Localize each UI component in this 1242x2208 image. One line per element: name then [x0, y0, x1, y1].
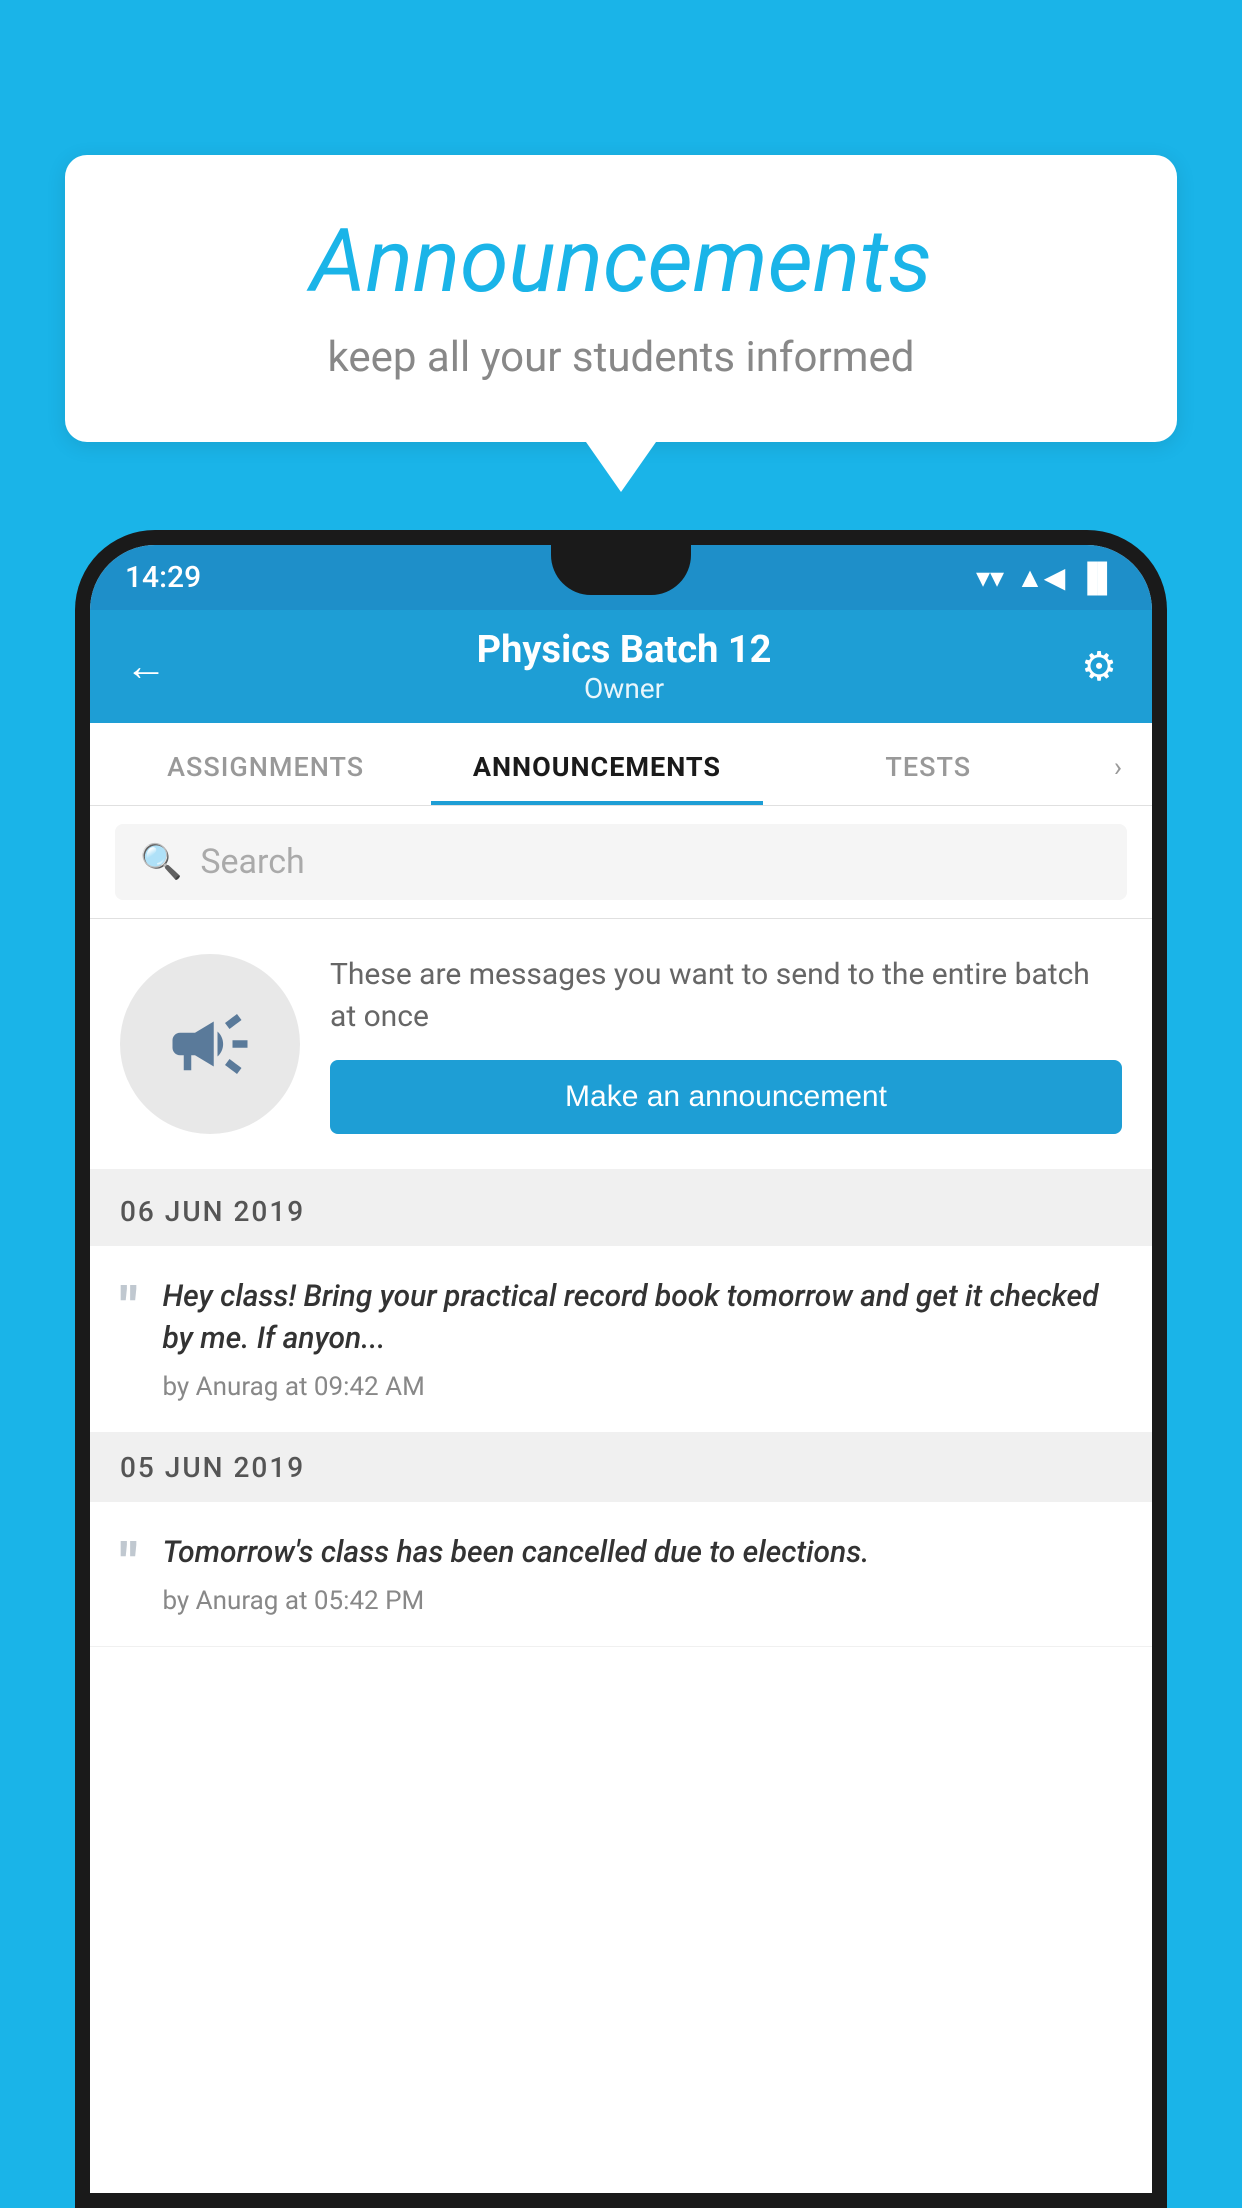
announcement-content-1: Hey class! Bring your practical record b…: [162, 1276, 1122, 1402]
megaphone-icon: [165, 999, 255, 1089]
announcements-title: Announcements: [125, 210, 1117, 313]
quote-icon-1: ": [120, 1281, 137, 1336]
date-label-2: 05 JUN 2019: [120, 1451, 305, 1484]
announcement-item-1[interactable]: " Hey class! Bring your practical record…: [90, 1246, 1152, 1433]
phone-frame: 14:29 ▾▾ ▲◀ ▐▌ ← Physics Batch 12 Owner …: [75, 530, 1167, 2208]
make-announcement-button[interactable]: Make an announcement: [330, 1060, 1122, 1134]
speech-bubble-arrow: [586, 442, 656, 492]
speech-bubble-section: Announcements keep all your students inf…: [65, 155, 1177, 492]
wifi-icon: ▾▾: [976, 561, 1004, 594]
announcements-subtitle: keep all your students informed: [125, 333, 1117, 382]
announcement-content-2: Tomorrow's class has been cancelled due …: [162, 1532, 1122, 1616]
search-icon: 🔍: [140, 842, 182, 882]
search-bar[interactable]: 🔍 Search: [115, 824, 1127, 900]
phone-screen: 14:29 ▾▾ ▲◀ ▐▌ ← Physics Batch 12 Owner …: [90, 545, 1152, 2193]
tab-assignments[interactable]: ASSIGNMENTS: [100, 723, 431, 805]
status-bar: 14:29 ▾▾ ▲◀ ▐▌: [90, 545, 1152, 610]
announcement-meta-2: by Anurag at 05:42 PM: [162, 1586, 1122, 1616]
date-header-2: 05 JUN 2019: [90, 1433, 1152, 1502]
promo-section: These are messages you want to send to t…: [90, 919, 1152, 1177]
quote-icon-2: ": [120, 1537, 137, 1592]
tabs-bar: ASSIGNMENTS ANNOUNCEMENTS TESTS ›: [90, 723, 1152, 806]
header-title-group: Physics Batch 12 Owner: [477, 628, 772, 705]
promo-icon-circle: [120, 954, 300, 1134]
announcement-text-1: Hey class! Bring your practical record b…: [162, 1276, 1122, 1360]
date-header-1: 06 JUN 2019: [90, 1177, 1152, 1246]
notch: [551, 545, 691, 595]
batch-subtitle: Owner: [477, 672, 772, 705]
speech-bubble-card: Announcements keep all your students inf…: [65, 155, 1177, 442]
promo-content: These are messages you want to send to t…: [330, 954, 1122, 1134]
tab-announcements[interactable]: ANNOUNCEMENTS: [431, 723, 762, 805]
status-icons: ▾▾ ▲◀ ▐▌: [976, 561, 1117, 594]
app-header: ← Physics Batch 12 Owner ⚙: [90, 610, 1152, 723]
announcement-meta-1: by Anurag at 09:42 AM: [162, 1372, 1122, 1402]
promo-description: These are messages you want to send to t…: [330, 954, 1122, 1038]
announcement-text-2: Tomorrow's class has been cancelled due …: [162, 1532, 1122, 1574]
date-label-1: 06 JUN 2019: [120, 1195, 305, 1228]
announcement-item-2[interactable]: " Tomorrow's class has been cancelled du…: [90, 1502, 1152, 1647]
batch-title: Physics Batch 12: [477, 628, 772, 672]
search-input[interactable]: Search: [200, 842, 304, 882]
battery-icon: ▐▌: [1077, 561, 1117, 594]
phone-container: 14:29 ▾▾ ▲◀ ▐▌ ← Physics Batch 12 Owner …: [75, 530, 1167, 2208]
back-button[interactable]: ←: [125, 642, 167, 691]
search-container: 🔍 Search: [90, 806, 1152, 919]
signal-icon: ▲◀: [1016, 561, 1065, 594]
status-time: 14:29: [125, 560, 201, 595]
tab-tests[interactable]: TESTS: [763, 723, 1094, 805]
tab-more-icon[interactable]: ›: [1094, 723, 1142, 805]
settings-icon[interactable]: ⚙: [1081, 643, 1117, 690]
